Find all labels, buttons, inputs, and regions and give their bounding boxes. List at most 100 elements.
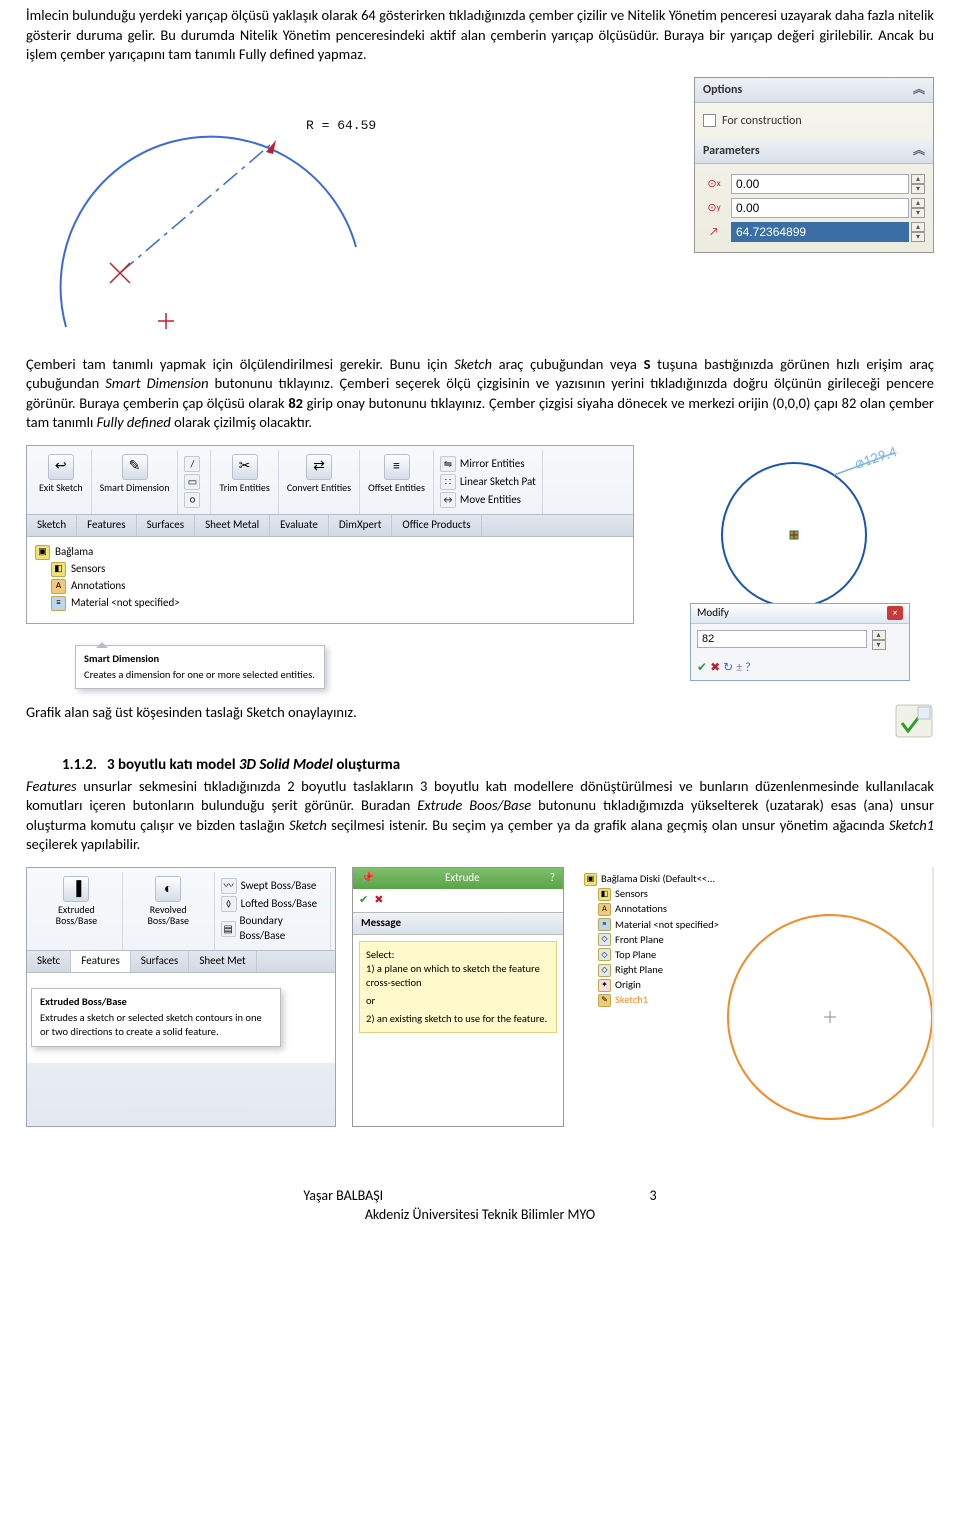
center-y-input[interactable]	[731, 198, 909, 218]
spin-up-icon[interactable]: ▴	[911, 198, 925, 208]
tree-annotations[interactable]: AAnnotations	[51, 579, 625, 594]
revolved-boss-icon: ◐	[155, 876, 181, 902]
flyout-tree: ▣Bağlama Diski (Default<<... ◧Sensors AA…	[584, 871, 719, 1009]
tab-sheetmetal[interactable]: Sheet Metal	[195, 515, 270, 536]
svg-text:⌀129.4: ⌀129.4	[853, 445, 900, 474]
footer-author: Yaşar BALBAŞI	[303, 1187, 383, 1204]
radius-icon: ↗	[703, 223, 725, 241]
tab-evaluate[interactable]: Evaluate	[270, 515, 329, 536]
extrude-property-manager: 📌 Extrude ? ✔ ✖ Message Select: 1) a pla…	[352, 867, 564, 1127]
tab-office[interactable]: Office Products	[392, 515, 481, 536]
convert-icon: ⇄	[306, 454, 332, 480]
heading-1-1-2: 1.1.2. 3 boyutlu katı model 3D Solid Mod…	[26, 755, 934, 775]
checkbox-icon[interactable]	[703, 114, 716, 127]
spin-up-icon[interactable]: ▴	[872, 630, 886, 640]
tab-sketch[interactable]: Sketch	[27, 515, 77, 536]
tab-sheetmetal[interactable]: Sheet Met	[189, 951, 256, 972]
tree-right-plane[interactable]: ◇Right Plane	[598, 963, 719, 977]
pm-ok-icon[interactable]: ✔	[359, 893, 368, 908]
radius-input[interactable]	[731, 222, 909, 242]
options-header[interactable]: Options ︽	[695, 78, 933, 103]
tab-surfaces[interactable]: Surfaces	[137, 515, 196, 536]
tree-material[interactable]: ≡Material <not specified>	[598, 918, 719, 932]
reverse-icon[interactable]: ±	[736, 660, 742, 676]
pm-pushpin-icon[interactable]: 📌	[361, 871, 375, 886]
circle-icon: ○	[184, 492, 200, 508]
page-footer: Yaşar BALBAŞI 3 Akdeniz Üniversitesi Tek…	[26, 1187, 934, 1225]
boundary-boss-button[interactable]: ▤Boundary Boss/Base	[221, 914, 324, 944]
tree-root[interactable]: ▣Bağlama Diski (Default<<...	[584, 872, 719, 886]
lofted-boss-button[interactable]: ◊Lofted Boss/Base	[221, 896, 324, 912]
modify-value-input[interactable]	[697, 630, 867, 648]
for-construction-row[interactable]: For construction	[703, 113, 925, 129]
tree-sensors[interactable]: ◧Sensors	[598, 887, 719, 901]
modify-dialog: Modify × ▴▾ ✔ ✖ ↻ ± ?	[690, 603, 910, 681]
plane-icon: ◇	[598, 933, 611, 946]
sensors-icon: ◧	[51, 562, 66, 577]
tab-features[interactable]: Features	[71, 951, 130, 972]
tree-top-plane[interactable]: ◇Top Plane	[598, 948, 719, 962]
swept-boss-button[interactable]: 〰Swept Boss/Base	[221, 878, 324, 894]
revolved-boss-button[interactable]: ◐ Revolved Boss/Base	[123, 872, 215, 950]
features-toolbar: ▐ Extruded Boss/Base ◐ Revolved Boss/Bas…	[26, 867, 336, 1127]
plane-icon: ◇	[598, 948, 611, 961]
rebuild-icon[interactable]: ↻	[723, 660, 733, 676]
spin-down-icon[interactable]: ▾	[911, 232, 925, 242]
tree-sensors[interactable]: ◧Sensors	[51, 562, 625, 577]
linear-pattern-button[interactable]: ∷Linear Sketch Pat	[440, 474, 536, 490]
tab-sketch[interactable]: Sketc	[27, 951, 71, 972]
help-icon[interactable]: ?	[745, 660, 751, 676]
plane-icon: ◇	[598, 964, 611, 977]
close-icon[interactable]: ×	[887, 606, 903, 620]
move-icon: ↔	[440, 492, 456, 508]
tree-root[interactable]: ▣Bağlama	[35, 545, 625, 560]
tab-surfaces[interactable]: Surfaces	[131, 951, 190, 972]
extruded-boss-button[interactable]: ▐ Extruded Boss/Base	[31, 872, 123, 950]
spin-up-icon[interactable]: ▴	[911, 222, 925, 232]
center-x-row: ⊙x ▴▾	[703, 174, 925, 194]
extruded-boss-icon: ▐	[63, 876, 89, 902]
extrude-title: Extrude	[445, 871, 480, 886]
tree-material[interactable]: ≡Material <not specified>	[51, 596, 625, 611]
material-icon: ≡	[598, 918, 611, 931]
tree-annotations[interactable]: AAnnotations	[598, 902, 719, 916]
figure-1: R = 64.59 Options ︽ For construction Par…	[26, 77, 934, 337]
spin-down-icon[interactable]: ▾	[911, 208, 925, 218]
tree-origin[interactable]: ✦Origin	[598, 978, 719, 992]
mirror-icon: ⇋	[440, 456, 456, 472]
exit-sketch-button[interactable]: ↩ Exit Sketch	[31, 450, 92, 514]
smart-dimension-icon: ✎	[122, 454, 148, 480]
tree-sketch1[interactable]: ✎Sketch1	[598, 993, 719, 1007]
smart-dimension-button[interactable]: ✎ Smart Dimension	[92, 450, 179, 514]
pm-cancel-icon[interactable]: ✖	[374, 893, 383, 908]
tab-features[interactable]: Features	[77, 515, 136, 536]
circle-tool-button[interactable]: ○	[184, 492, 204, 508]
line-tool-button[interactable]: /	[184, 456, 204, 472]
figure-2: ↩ Exit Sketch ✎ Smart Dimension / ▭ ○ ✂ …	[26, 445, 934, 685]
cancel-icon[interactable]: ✖	[710, 660, 720, 676]
footer-page-number: 3	[650, 1187, 657, 1204]
spin-down-icon[interactable]: ▾	[872, 640, 886, 650]
move-entities-button[interactable]: ↔Move Entities	[440, 492, 536, 508]
trim-entities-button[interactable]: ✂ Trim Entities	[211, 450, 278, 514]
offset-entities-button[interactable]: ≡ Offset Entities	[360, 450, 434, 514]
modify-title: Modify	[697, 606, 729, 621]
mirror-entities-button[interactable]: ⇋Mirror Entities	[440, 456, 536, 472]
center-x-input[interactable]	[731, 174, 909, 194]
ok-icon[interactable]: ✔	[697, 660, 707, 676]
tree-front-plane[interactable]: ◇Front Plane	[598, 933, 719, 947]
chevron-up-icon: ︽	[913, 82, 925, 98]
convert-entities-button[interactable]: ⇄ Convert Entities	[279, 450, 360, 514]
pm-help-icon[interactable]: ?	[550, 871, 555, 886]
paragraph-3: Grafik alan sağ üst köşesinden taslağı S…	[26, 703, 934, 723]
rect-tool-button[interactable]: ▭	[184, 474, 204, 490]
parameters-header[interactable]: Parameters ︽	[695, 139, 933, 164]
spin-down-icon[interactable]: ▾	[911, 184, 925, 194]
boundary-icon: ▤	[221, 921, 236, 937]
spin-up-icon[interactable]: ▴	[911, 174, 925, 184]
tab-dimxpert[interactable]: DimXpert	[329, 515, 393, 536]
linear-pattern-icon: ∷	[440, 474, 456, 490]
radius-label: R = 64.59	[306, 117, 376, 135]
rect-icon: ▭	[184, 474, 200, 490]
circle-figure: ⌀129.4 Modify × ▴▾ ✔ ✖ ↻ ± ?	[664, 445, 934, 685]
